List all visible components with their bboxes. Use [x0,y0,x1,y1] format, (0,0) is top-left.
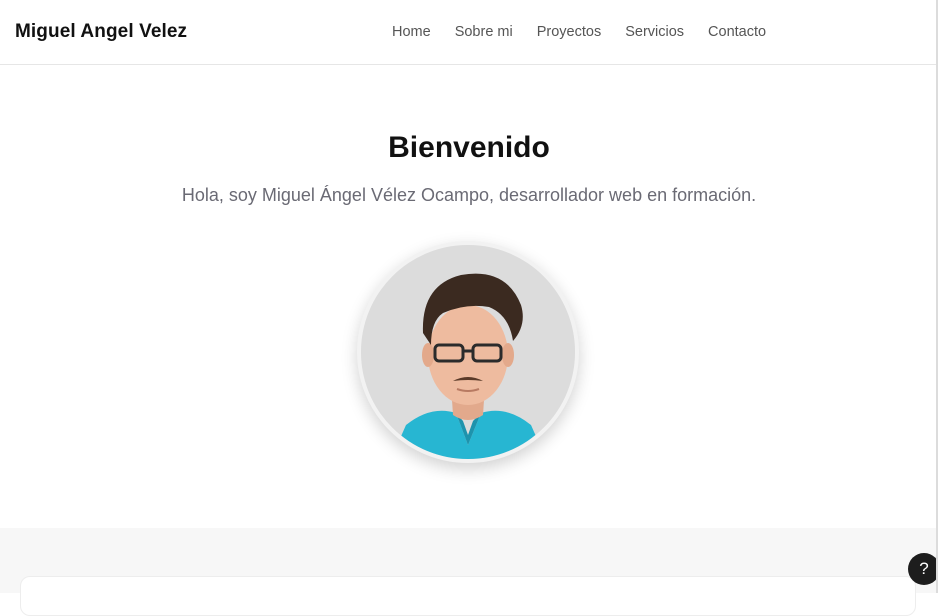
next-section [0,528,938,616]
hero-title: Bienvenido [388,131,550,164]
nav-link-proyectos[interactable]: Proyectos [537,24,601,40]
nav-links: Home Sobre mi Proyectos Servicios Contac… [392,24,766,40]
nav-link-contacto[interactable]: Contacto [708,24,766,40]
profile-photo [357,241,579,463]
nav-link-servicios[interactable]: Servicios [625,24,684,40]
profile-photo-illustration [361,245,575,459]
navbar: Miguel Angel Velez Home Sobre mi Proyect… [0,0,938,65]
hero-subtitle: Hola, soy Miguel Ángel Vélez Ocampo, des… [181,185,757,205]
question-mark-icon: ? [919,559,929,578]
nav-link-home[interactable]: Home [392,24,431,40]
content-card [20,576,916,616]
nav-link-sobre-mi[interactable]: Sobre mi [455,24,513,40]
help-button[interactable]: ? [908,553,938,585]
hero-section: Bienvenido Hola, soy Miguel Ángel Vélez … [0,65,938,528]
brand-name[interactable]: Miguel Angel Velez [15,21,187,43]
